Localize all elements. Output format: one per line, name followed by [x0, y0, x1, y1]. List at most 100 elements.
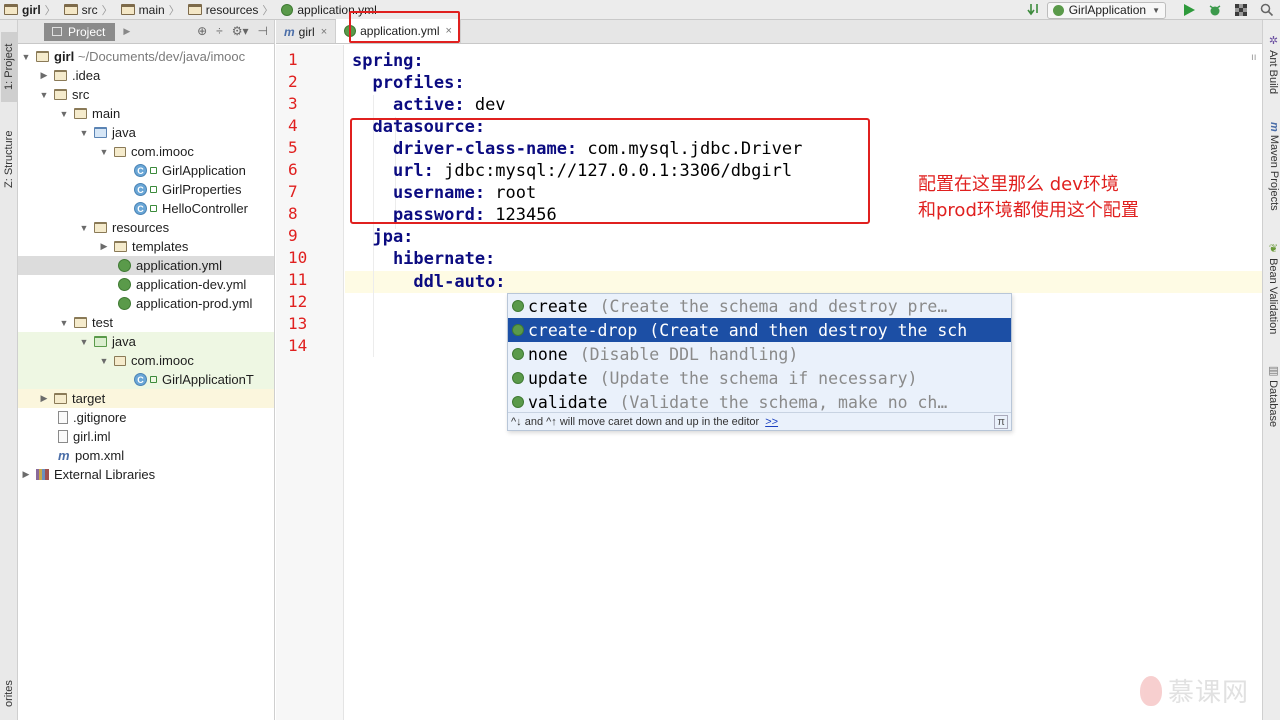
debug-icon[interactable] — [1208, 3, 1222, 17]
maven-icon: m — [284, 24, 295, 39]
tree-item-application-yml[interactable]: application.yml — [18, 256, 274, 275]
tree-item-templates[interactable]: ▶ templates — [18, 237, 274, 256]
completion-item-create-drop[interactable]: create-drop (Create and then destroy the … — [508, 318, 1011, 342]
code-line-2[interactable]: profiles: — [352, 72, 464, 94]
expand-arrow-icon[interactable]: ▼ — [20, 52, 32, 62]
code-line-1[interactable]: spring: — [352, 50, 424, 72]
package-icon — [114, 355, 126, 366]
breadcrumb-resources[interactable]: resources 〉 — [184, 0, 278, 20]
completion-more-link[interactable]: >> — [765, 416, 778, 428]
expand-arrow-icon[interactable]: ▼ — [58, 318, 70, 328]
tree-item-label: com.imooc — [131, 144, 194, 159]
completion-description: (Create the schema and destroy pre… — [599, 296, 948, 316]
breadcrumb-label: resources — [205, 2, 259, 17]
search-everywhere-icon[interactable] — [1260, 3, 1274, 17]
tree-item-application-prod-yml[interactable]: application-prod.yml — [18, 294, 274, 313]
tree-item-package[interactable]: ▼ com.imooc — [18, 142, 274, 161]
tree-item-java[interactable]: ▼ java — [18, 123, 274, 142]
module-icon — [4, 4, 18, 15]
code-line-10[interactable]: hibernate: — [352, 248, 495, 270]
spring-boot-icon — [1052, 4, 1064, 16]
tree-item-external-libraries[interactable]: ▶ External Libraries — [18, 465, 274, 484]
tree-item-resources[interactable]: ▼ resources — [18, 218, 274, 237]
code-line-3[interactable]: active: dev — [352, 94, 506, 116]
hide-panel-icon[interactable]: ⊣ — [258, 24, 268, 38]
tree-item-girl-iml[interactable]: girl.iml — [18, 427, 274, 446]
bean-validation-tool-tab[interactable]: ❦ Bean Validation — [1264, 242, 1280, 334]
run-configuration-label: GirlApplication — [1068, 3, 1147, 17]
expand-arrow-icon[interactable]: ▶ — [20, 469, 32, 480]
code-line-11[interactable]: ddl-auto: — [352, 271, 505, 293]
tree-item-src[interactable]: ▼ src — [18, 85, 274, 104]
fold-marker-icon[interactable]: ıı — [1251, 52, 1257, 63]
completion-item-validate[interactable]: validate (Validate the schema, make no ch… — [508, 390, 1011, 414]
line-number: 6 — [288, 160, 298, 179]
tree-item-idea[interactable]: ▶ .idea — [18, 66, 274, 85]
completion-description: (Validate the schema, make no ch… — [619, 392, 948, 412]
tab-pom-girl[interactable]: m girl × — [276, 20, 337, 43]
pi-icon[interactable]: π — [994, 415, 1008, 429]
watermark-logo: 慕课网 — [1140, 672, 1249, 709]
tree-item-test-java[interactable]: ▼ java — [18, 332, 274, 351]
tree-item-girlproperties[interactable]: C GirlProperties — [18, 180, 274, 199]
tree-item-girlapplicationtests[interactable]: C GirlApplicationT — [18, 370, 274, 389]
expand-arrow-icon[interactable]: ▼ — [78, 128, 90, 138]
expand-arrow-icon[interactable]: ▼ — [58, 109, 70, 119]
expand-arrow-icon[interactable]: ▼ — [98, 147, 110, 157]
tree-item-test[interactable]: ▼ test — [18, 313, 274, 332]
chevron-down-icon: ▼ — [1152, 5, 1160, 15]
tree-item-application-dev-yml[interactable]: application-dev.yml — [18, 275, 274, 294]
completion-item-create[interactable]: create (Create the schema and destroy pre… — [508, 294, 1011, 318]
breadcrumb-src[interactable]: src 〉 — [60, 0, 117, 20]
tab-label: girl — [298, 24, 315, 39]
tree-item-pom-xml[interactable]: m pom.xml — [18, 446, 274, 465]
watermark-text: 慕课网 — [1168, 678, 1250, 708]
tree-item-hellocontroller[interactable]: C HelloController — [18, 199, 274, 218]
yaml-key: hibernate: — [352, 249, 496, 269]
tree-item-label: External Libraries — [54, 467, 156, 482]
class-icon: C — [134, 183, 147, 196]
annotation-line: 配置在这里那么 dev环境 — [918, 174, 1119, 195]
settings-gear-icon[interactable]: ⚙▾ — [232, 24, 249, 38]
project-panel: Project ▶ ⊕ ÷ ⚙▾ ⊣ ▼ girl ~/Documents/dev… — [18, 20, 275, 720]
completion-item-none[interactable]: none (Disable DDL handling) — [508, 342, 1011, 366]
line-number: 2 — [288, 72, 298, 91]
run-configuration-select[interactable]: GirlApplication ▼ — [1046, 1, 1166, 19]
coverage-icon[interactable] — [1234, 3, 1248, 17]
tree-item-girl[interactable]: ▼ girl ~/Documents/dev/java/imooc — [18, 47, 274, 66]
module-file-icon — [58, 430, 68, 443]
expand-arrow-icon[interactable]: ▶ — [98, 241, 110, 252]
code-line-9[interactable]: jpa: — [352, 226, 413, 248]
tree-item-label: GirlProperties — [162, 182, 242, 197]
database-tool-tab[interactable]: ▤ Database — [1264, 364, 1280, 427]
tree-item-target[interactable]: ▶ target — [18, 389, 274, 408]
breadcrumb-main[interactable]: main 〉 — [117, 0, 184, 20]
expand-arrow-icon[interactable]: ▼ — [38, 90, 50, 100]
completion-item-update[interactable]: update (Update the schema if necessary) — [508, 366, 1011, 390]
expand-arrow-icon[interactable]: ▼ — [78, 223, 90, 233]
maven-projects-tool-tab[interactable]: m Maven Projects — [1264, 122, 1280, 211]
build-arrow-icon[interactable] — [1027, 3, 1041, 17]
tree-item-main[interactable]: ▼ main — [18, 104, 274, 123]
locate-file-icon[interactable]: ⊕ — [197, 24, 207, 38]
favorites-tool-tab[interactable]: orites — [1, 680, 17, 720]
view-dropdown-icon[interactable]: ▶ — [123, 26, 130, 37]
breadcrumb-girl[interactable]: girl 〉 — [0, 0, 60, 20]
expand-arrow-icon[interactable]: ▼ — [78, 337, 90, 347]
tree-item-gitignore[interactable]: .gitignore — [18, 408, 274, 427]
project-tool-tab[interactable]: 1: Project — [1, 32, 17, 102]
tree-item-girlapplication[interactable]: C GirlApplication — [18, 161, 274, 180]
expand-arrow-icon[interactable]: ▶ — [38, 70, 50, 81]
run-icon[interactable] — [1182, 3, 1196, 17]
ant-build-tool-tab[interactable]: ✲ Ant Build — [1264, 34, 1280, 94]
project-view-selector[interactable]: Project — [44, 22, 116, 41]
close-icon[interactable]: × — [321, 26, 327, 38]
structure-tool-tab[interactable]: Z: Structure — [1, 116, 17, 202]
collapse-all-icon[interactable]: ÷ — [216, 24, 223, 38]
tree-item-test-package[interactable]: ▼ com.imooc — [18, 351, 274, 370]
lock-icon — [150, 205, 157, 212]
folder-icon — [114, 241, 127, 252]
expand-arrow-icon[interactable]: ▶ — [38, 393, 50, 404]
project-panel-tools: ⊕ ÷ ⚙▾ ⊣ — [197, 24, 268, 38]
expand-arrow-icon[interactable]: ▼ — [98, 356, 110, 366]
